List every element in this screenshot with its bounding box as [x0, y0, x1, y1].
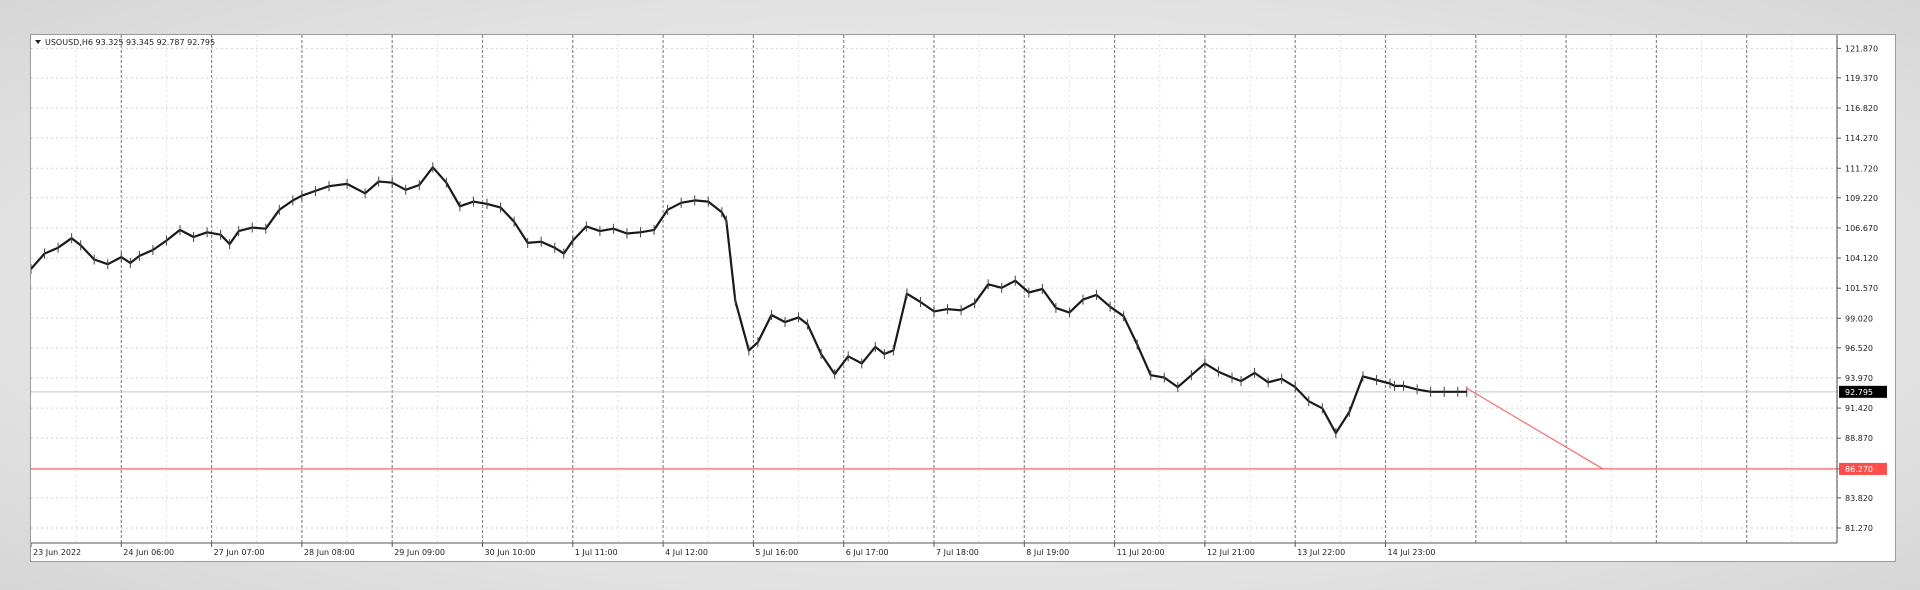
y-tick-label: 111.720	[1845, 164, 1878, 173]
level-tag-label: 86.270	[1845, 465, 1873, 474]
x-tick-label: 12 Jul 21:00	[1207, 548, 1255, 557]
x-tick-label: 23 Jun 2022	[33, 548, 81, 557]
x-tick-label: 11 Jul 20:00	[1117, 548, 1165, 557]
x-tick-label: 29 Jun 09:00	[394, 548, 445, 557]
y-tick-label: 109.220	[1845, 194, 1878, 203]
x-tick-label: 27 Jun 07:00	[214, 548, 265, 557]
price-chart[interactable]: 121.870 119.370 116.820 114.270 111.720 109.2…	[31, 35, 1897, 563]
vertical-grid	[75, 35, 1838, 543]
price-tags: 86.270 92.795	[1839, 385, 1887, 475]
chart-header: USOUSD,H6 93.325 93.345 92.787 92.795	[35, 38, 215, 47]
projection-series	[1466, 387, 1603, 470]
price-line	[31, 166, 1467, 435]
price-series	[31, 162, 1468, 439]
chart-frame: 121.870 119.370 116.820 114.270 111.720 109.2…	[30, 34, 1896, 562]
x-tick-label: 7 Jul 18:00	[936, 548, 979, 557]
y-tick-label: 104.120	[1845, 254, 1878, 263]
x-tick-label: 24 Jun 06:00	[123, 548, 174, 557]
x-tick-label: 5 Jul 16:00	[755, 548, 798, 557]
y-tick-label: 91.420	[1845, 404, 1873, 413]
x-tick-label: 8 Jul 19:00	[1026, 548, 1069, 557]
y-tick-label: 81.270	[1845, 524, 1873, 533]
x-tick-label: 14 Jul 23:00	[1388, 548, 1436, 557]
y-tick-label: 83.820	[1845, 494, 1873, 503]
y-tick-label: 88.870	[1845, 434, 1873, 443]
y-tick-label: 96.520	[1845, 344, 1873, 353]
x-tick-label: 13 Jul 22:00	[1297, 548, 1345, 557]
y-tick-label: 99.020	[1845, 314, 1873, 323]
x-tick-label: 1 Jul 11:00	[575, 548, 618, 557]
current-price-label: 92.795	[1845, 388, 1873, 397]
projection-line	[1466, 387, 1603, 470]
chart-header-text: USOUSD,H6 93.325 93.345 92.787 92.795	[45, 38, 215, 47]
y-tick-label: 114.270	[1845, 134, 1878, 143]
y-tick-label: 121.870	[1845, 44, 1878, 53]
symbol-menu-icon[interactable]	[35, 40, 41, 44]
x-tick-label: 28 Jun 08:00	[304, 548, 355, 557]
x-axis: 23 Jun 2022 24 Jun 06:00 27 Jun 07:00 28 Ju…	[31, 542, 1837, 557]
y-tick-label: 93.970	[1845, 374, 1873, 383]
y-tick-label: 101.570	[1845, 284, 1878, 293]
x-tick-label: 4 Jul 12:00	[665, 548, 708, 557]
y-tick-label: 106.670	[1845, 224, 1878, 233]
y-tick-label: 119.370	[1845, 74, 1878, 83]
y-tick-label: 116.820	[1845, 104, 1878, 113]
x-tick-label: 6 Jul 17:00	[846, 548, 889, 557]
x-tick-label: 30 Jun 10:00	[485, 548, 536, 557]
